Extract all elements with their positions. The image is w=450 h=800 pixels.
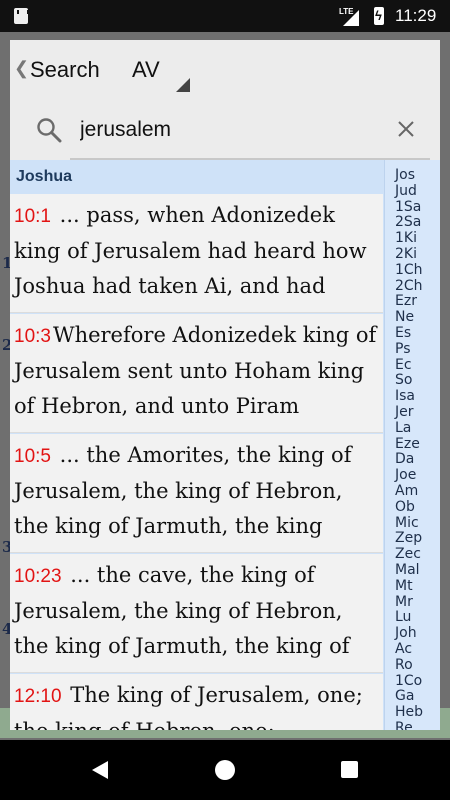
search-input[interactable] <box>70 114 380 146</box>
battery-charging-icon <box>374 7 384 25</box>
verse-snippet: ... the cave, the king of Jerusalem, the… <box>14 563 350 658</box>
result-text: 12:10 The king of Jerusalem, one; the ki… <box>14 678 379 730</box>
verse-snippet: ... the Amorites, the king of Jerusalem,… <box>14 443 352 538</box>
book-index-item[interactable]: Es <box>395 326 411 340</box>
book-index-item[interactable]: Ne <box>395 310 414 324</box>
clock: 11:29 <box>395 6 437 25</box>
result-text: 10:1 ... pass, when Adonizedek king of J… <box>14 198 379 304</box>
book-index-item[interactable]: Da <box>395 452 414 466</box>
results-list[interactable]: 10:1 ... pass, when Adonizedek king of J… <box>10 194 383 730</box>
book-index-item[interactable]: Jos <box>395 168 415 182</box>
book-index-item[interactable]: Zep <box>395 531 422 545</box>
search-icon <box>37 118 62 143</box>
book-index-item[interactable]: Joe <box>395 468 416 482</box>
verse-reference: 10:1 <box>14 206 51 227</box>
book-index-item[interactable]: Zec <box>395 547 421 561</box>
book-index-item[interactable]: Mal <box>395 563 420 577</box>
verse-reference: 10:3 <box>14 326 51 347</box>
book-index-item[interactable]: Ps <box>395 342 411 356</box>
result-item[interactable]: 10:3Wherefore Adonizedek king of Jerusal… <box>10 314 383 433</box>
result-item[interactable]: 10:1 ... pass, when Adonizedek king of J… <box>10 194 383 313</box>
search-bar <box>10 100 440 160</box>
book-index-item[interactable]: La <box>395 421 411 435</box>
book-index-item[interactable]: Mr <box>395 595 413 609</box>
verse-reference: 10:5 <box>14 446 51 467</box>
verse-snippet: The king of Jerusalem, one; the king of … <box>14 683 363 730</box>
book-index-item[interactable]: Jud <box>395 184 417 198</box>
verse-reference: 10:23 <box>14 566 62 587</box>
book-index-item[interactable]: Ob <box>395 500 415 514</box>
book-index-item[interactable]: 2Ch <box>395 279 423 293</box>
chevron-left-icon[interactable]: ❮ <box>14 58 29 79</box>
network-type: LTE <box>339 7 354 16</box>
nav-recents-icon[interactable] <box>341 761 358 778</box>
version-selector[interactable]: AV <box>132 57 160 83</box>
verse-snippet: ... pass, when Adonizedek king of Jerusa… <box>14 203 367 298</box>
close-icon[interactable] <box>395 118 417 140</box>
book-index-item[interactable]: 1Sa <box>395 200 421 214</box>
result-text: 10:3Wherefore Adonizedek king of Jerusal… <box>14 318 379 424</box>
search-dialog: ❮ Search AV Joshua 10:1 ... pass, when A… <box>10 40 440 730</box>
book-index-item[interactable]: Ac <box>395 642 412 656</box>
book-index-item[interactable]: 1Co <box>395 674 422 688</box>
book-section-header: Joshua <box>16 168 73 185</box>
book-index-item[interactable]: So <box>395 373 412 387</box>
verse-reference: 12:10 <box>14 686 62 707</box>
dialog-header: ❮ Search AV <box>10 40 440 101</box>
book-index-item[interactable]: Ga <box>395 689 414 703</box>
book-index-item[interactable]: Ro <box>395 658 413 672</box>
book-index-item[interactable]: Joh <box>395 626 417 640</box>
book-index-item[interactable]: Re <box>395 721 413 730</box>
dropdown-caret-icon[interactable] <box>176 78 190 92</box>
book-index-strip[interactable]: Jos Jud 1Sa 2Sa 1Ki 2Ki 1Ch 2Ch Ezr Ne Es Ps Ec So Isa… <box>384 160 440 730</box>
navigation-bar <box>0 740 450 800</box>
book-index-item[interactable]: 2Sa <box>395 215 421 229</box>
result-item[interactable]: 12:10 The king of Jerusalem, one; the ki… <box>10 674 383 730</box>
back-button[interactable]: Search <box>30 57 100 83</box>
book-index-item[interactable]: Lu <box>395 610 411 624</box>
status-bar: LTE 11:29 <box>0 0 450 32</box>
result-text: 10:5 ... the Amorites, the king of Jerus… <box>14 438 379 544</box>
nav-back-icon[interactable] <box>92 761 108 779</box>
book-index-item[interactable]: Am <box>395 484 418 498</box>
results-area: Joshua 10:1 ... pass, when Adonizedek ki… <box>10 160 440 730</box>
book-index-item[interactable]: Mt <box>395 579 413 593</box>
verse-snippet: Wherefore Adonizedek king of Jerusalem s… <box>14 323 377 418</box>
book-index-item[interactable]: 1Ch <box>395 263 423 277</box>
book-index-item[interactable]: Isa <box>395 389 415 403</box>
result-item[interactable]: 10:23 ... the cave, the king of Jerusale… <box>10 554 383 673</box>
book-index-item[interactable]: Heb <box>395 705 423 719</box>
book-index-item[interactable]: 1Ki <box>395 231 417 245</box>
nav-home-icon[interactable] <box>215 760 235 780</box>
book-index-item[interactable]: Eze <box>395 437 420 451</box>
sd-card-icon <box>14 8 29 24</box>
book-index-item[interactable]: Ec <box>395 358 412 372</box>
book-index-item[interactable]: Mic <box>395 516 419 530</box>
book-index-item[interactable]: Ezr <box>395 294 417 308</box>
result-text: 10:23 ... the cave, the king of Jerusale… <box>14 558 379 664</box>
result-item[interactable]: 10:5 ... the Amorites, the king of Jerus… <box>10 434 383 553</box>
book-index-item[interactable]: 2Ki <box>395 247 417 261</box>
book-index-item[interactable]: Jer <box>395 405 414 419</box>
